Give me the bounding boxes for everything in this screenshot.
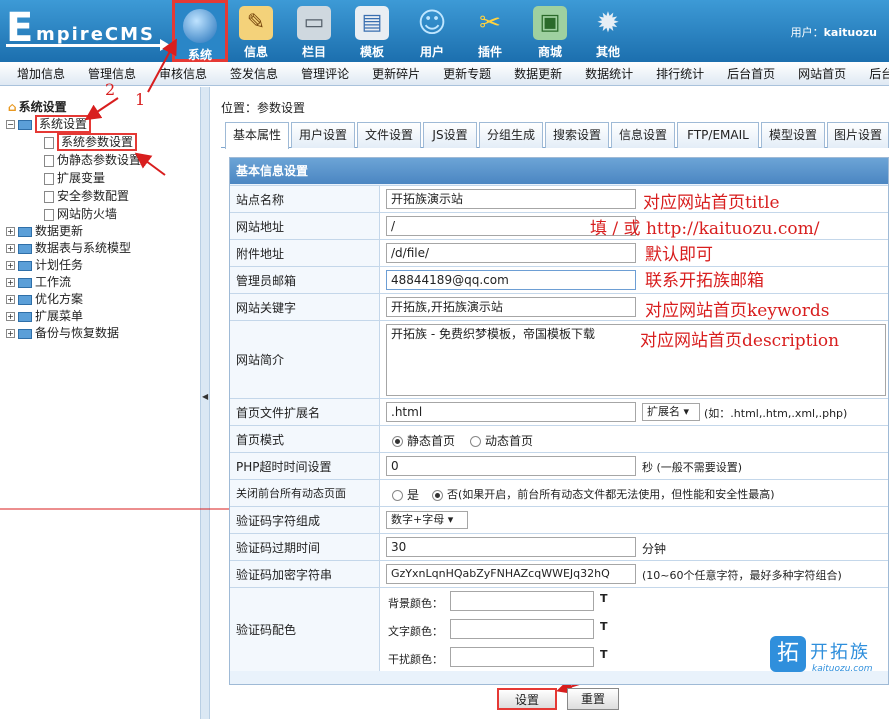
- captcha-key-input[interactable]: GzYxnLqnHQabZyFNHAZcqWWEJq32hQ: [386, 564, 636, 584]
- row-attachment-url: 附件地址 /d/file/: [230, 239, 888, 266]
- breadcrumb: 位置：参数设置: [221, 101, 306, 115]
- annotation-title: 对应网站首页title: [643, 193, 780, 213]
- tab-search[interactable]: 搜索设置: [545, 122, 609, 148]
- tab-model[interactable]: 模型设置: [761, 122, 825, 148]
- attachment-url-input[interactable]: /d/file/: [386, 243, 636, 263]
- mode-static-radio[interactable]: 静态首页: [392, 432, 455, 449]
- kaituozu-watermark: 拓 开拓族 kaituozu.com: [770, 636, 889, 682]
- settings-tabs: 基本属性 用户设置 文件设置 JS设置 分组生成 搜索设置 信息设置 FTP/E…: [221, 122, 889, 149]
- tab-image[interactable]: 图片设置: [827, 122, 889, 148]
- annotation-url: 填 / 或 http://kaituozu.com/: [590, 219, 820, 239]
- color-picker-icon[interactable]: T: [600, 593, 610, 607]
- keywords-input[interactable]: 开拓族,开拓族演示站: [386, 297, 636, 317]
- tab-file[interactable]: 文件设置: [357, 122, 421, 148]
- admin-email-input[interactable]: 48844189@qq.com: [386, 270, 636, 290]
- row-site-name: 站点名称 开拓族演示站: [230, 185, 888, 212]
- main-panel: 位置：参数设置 基本属性 用户设置 文件设置 JS设置 分组生成 搜索设置 信息…: [221, 100, 889, 710]
- row-captcha-expire: 验证码过期时间 30 分钟: [230, 533, 888, 560]
- tab-js[interactable]: JS设置: [423, 122, 477, 148]
- captcha-bg-color-input[interactable]: [450, 591, 594, 611]
- ext-select[interactable]: 扩展名 ▾: [642, 403, 700, 421]
- close-no-radio[interactable]: 否(如果开启，前台所有动态文件都无法使用，但性能和安全性最高): [432, 486, 775, 502]
- php-timeout-input[interactable]: 0: [386, 456, 636, 476]
- captcha-expire-input[interactable]: 30: [386, 537, 636, 557]
- row-php-timeout: PHP超时时间设置 0 秒 (一般不需要设置): [230, 452, 888, 479]
- color-picker-icon[interactable]: T: [600, 621, 610, 635]
- annotation-description: 对应网站首页description: [640, 331, 840, 351]
- row-close-dynamic: 关闭前台所有动态页面 是 否(如果开启，前台所有动态文件都无法使用，但性能和安全…: [230, 479, 888, 506]
- mode-dynamic-radio[interactable]: 动态首页: [470, 432, 533, 449]
- row-index-mode: 首页模式 静态首页 动态首页: [230, 425, 888, 452]
- captcha-chars-select[interactable]: 数字+字母 ▾: [386, 511, 468, 529]
- captcha-text-color-input[interactable]: [450, 619, 594, 639]
- annotation-keywords: 对应网站首页keywords: [645, 301, 830, 321]
- form-header: 基本信息设置: [230, 158, 888, 184]
- tab-ftp-email[interactable]: FTP/EMAIL: [677, 122, 759, 148]
- tab-group-gen[interactable]: 分组生成: [479, 122, 543, 148]
- color-picker-icon[interactable]: T: [600, 649, 610, 663]
- index-ext-input[interactable]: .html: [386, 402, 636, 422]
- site-name-input[interactable]: 开拓族演示站: [386, 189, 636, 209]
- tab-info[interactable]: 信息设置: [611, 122, 675, 148]
- tab-user[interactable]: 用户设置: [291, 122, 355, 148]
- close-yes-radio[interactable]: 是: [392, 486, 419, 503]
- row-captcha-chars: 验证码字符组成 数字+字母 ▾: [230, 506, 888, 533]
- annotation-email: 联系开拓族邮箱: [645, 271, 764, 291]
- watermark-logo-icon: 拓: [770, 636, 806, 672]
- captcha-noise-color-input[interactable]: [450, 647, 594, 667]
- row-captcha-key: 验证码加密字符串 GzYxnLqnHQabZyFNHAZcqWWEJq32hQ …: [230, 560, 888, 587]
- reset-button[interactable]: 重置: [567, 688, 619, 710]
- submit-button[interactable]: 设置: [497, 688, 557, 710]
- annotation-attach: 默认即可: [645, 245, 713, 265]
- row-admin-email: 管理员邮箱 48844189@qq.com: [230, 266, 888, 293]
- tab-basic[interactable]: 基本属性: [225, 122, 289, 149]
- row-index-ext: 首页文件扩展名 .html 扩展名 ▾ (如：.html,.htm,.xml,.…: [230, 398, 888, 425]
